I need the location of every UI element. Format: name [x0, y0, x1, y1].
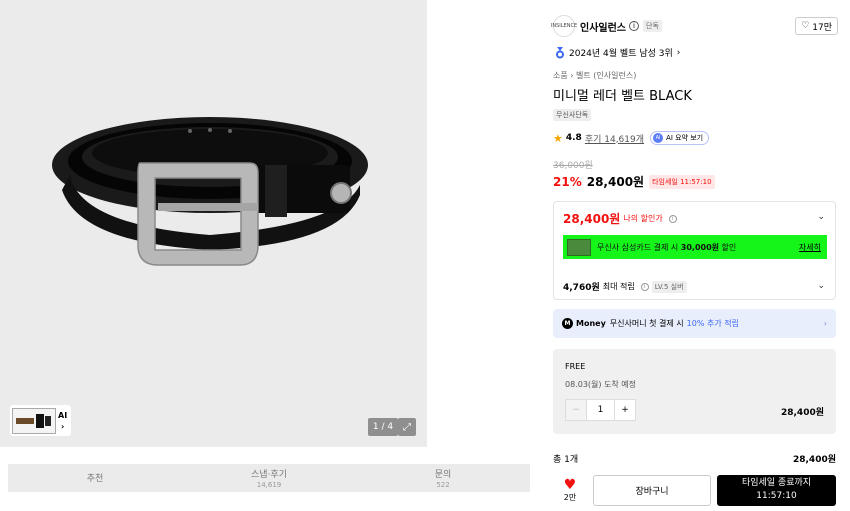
card-detail-link[interactable]: 자세히: [799, 242, 821, 253]
quantity-value[interactable]: 1: [586, 400, 615, 420]
brand-logo[interactable]: INSILENCE: [551, 15, 577, 37]
card-promo-text: 무신사 삼성카드 결제 시 30,000원 할인: [597, 242, 737, 252]
info-icon[interactable]: i: [668, 214, 677, 223]
info-icon[interactable]: i: [640, 282, 649, 291]
ranking-link[interactable]: 2024년 4월 벨트 남성 3위 ›: [555, 46, 680, 59]
info-icon[interactable]: i: [629, 21, 639, 31]
thumbnail-belt[interactable]: [12, 407, 56, 434]
product-page: AI › 1 / 4 ⤢ 추천 스냅·후기 14,619 문의 522 INSI…: [0, 0, 850, 511]
chevron-right-icon: ›: [823, 319, 827, 328]
expand-icon[interactable]: ⤢: [398, 418, 416, 436]
heart-outline-icon: ♡: [801, 21, 810, 31]
ranking-text: 2024년 4월 벨트 남성 3위: [569, 49, 673, 59]
level-badge: LV.5 실버: [651, 280, 687, 293]
ai-summary-label: AI 요약 보기: [666, 134, 704, 142]
money-promo-banner[interactable]: M Money 무신사머니 첫 결제 시 10% 추가 적립 ›: [553, 309, 836, 338]
breadcrumb[interactable]: 소품 › 벨트 (인사일런스): [553, 70, 636, 81]
chevron-right-icon: ›: [60, 421, 65, 431]
money-logo-icon: M: [562, 318, 573, 329]
add-to-cart-button[interactable]: 장바구니: [593, 474, 711, 506]
brand-exclusive-badge: 단독: [643, 20, 662, 32]
image-counter: 1 / 4: [368, 418, 398, 436]
total-price: 28,400원: [792, 455, 836, 465]
original-price: 36,000원: [553, 161, 593, 171]
time-sale-badge: 타임세일 11:57:10: [649, 174, 715, 189]
like-count: 17만: [812, 22, 832, 33]
money-text: 무신사머니 첫 결제 시: [609, 319, 684, 328]
card-promo-banner[interactable]: 무신사 삼성카드 결제 시 30,000원 할인 자세히: [563, 235, 827, 259]
product-gallery[interactable]: AI › 1 / 4 ⤢: [0, 0, 427, 447]
wishlist-button[interactable]: ♥ 2만: [553, 478, 587, 503]
discount-rate: 21%: [553, 174, 582, 189]
thumbnail-strip[interactable]: AI ›: [10, 405, 71, 436]
buy-button-label: 타임세일 종료까지: [741, 478, 812, 488]
buy-button-timer: 11:57:10: [756, 491, 797, 501]
chevron-down-icon[interactable]: ⌄: [817, 212, 825, 222]
medal-icon: [556, 46, 564, 58]
star-icon: ★: [553, 131, 563, 145]
quantity-stepper[interactable]: − 1 +: [565, 399, 636, 421]
brand-row: INSILENCE 인사일런스 i 단독 ♡ 17만: [551, 14, 838, 38]
ai-thumb-label[interactable]: AI ›: [58, 410, 67, 432]
review-row: ★ 4.8 후기 14,619개 AI AI 요약 보기: [553, 131, 710, 145]
total-count: 총 1개: [553, 455, 579, 465]
wishlist-count: 2만: [563, 492, 577, 502]
purchase-panel: INSILENCE 인사일런스 i 단독 ♡ 17만 2024년 4월 벨트 남…: [543, 0, 850, 511]
rating-value: 4.8: [565, 133, 582, 143]
sale-price: 28,400원: [586, 175, 645, 189]
review-count-link[interactable]: 후기 14,619개: [585, 132, 644, 145]
belt-thumb-icon: [16, 413, 51, 428]
total-row: 총 1개 28,400원: [553, 452, 836, 465]
plus-button[interactable]: +: [615, 400, 635, 420]
points-label: 최대 적립: [602, 282, 635, 291]
option-size: FREE: [565, 362, 586, 371]
money-name: Money: [576, 319, 606, 328]
points-amount: 4,760원: [563, 283, 600, 293]
action-bar: ♥ 2만 장바구니 타임세일 종료까지 11:57:10: [553, 473, 836, 507]
my-price-row[interactable]: 28,400원 나의 할인가 i: [563, 210, 677, 227]
brand-name[interactable]: 인사일런스: [580, 19, 626, 34]
selected-option-box: FREE 08.03(월) 도착 예정 − 1 + 28,400원: [553, 349, 836, 434]
price-row: 21% 28,400원 타임세일 11:57:10: [553, 173, 715, 190]
tab-snap-review[interactable]: 스냅·후기 14,619: [182, 464, 356, 492]
benefit-box: 28,400원 나의 할인가 i ⌄ 무신사 삼성카드 결제 시 30,000원…: [553, 201, 836, 300]
minus-button[interactable]: −: [566, 400, 586, 420]
product-title: 미니멀 레더 벨트 BLACK: [553, 89, 692, 104]
belt-product-image: [52, 117, 368, 266]
tab-inquiry[interactable]: 문의 522: [356, 464, 530, 492]
card-image: [567, 238, 591, 256]
my-price-value: 28,400원: [563, 212, 621, 226]
exclusive-badge: 무신사단독: [553, 109, 592, 121]
buy-button[interactable]: 타임세일 종료까지 11:57:10: [717, 474, 836, 506]
option-price: 28,400원: [780, 408, 824, 418]
arrival-date: 08.03(월) 도착 예정: [565, 380, 637, 389]
ai-summary-button[interactable]: AI AI 요약 보기: [650, 131, 710, 145]
detail-tabs: 추천 스냅·후기 14,619 문의 522: [8, 464, 530, 492]
tab-recommend[interactable]: 추천: [8, 464, 182, 492]
ai-icon: AI: [653, 133, 664, 143]
chevron-right-icon: ›: [676, 47, 681, 58]
heart-icon: ♥: [563, 476, 577, 493]
like-button[interactable]: ♡ 17만: [795, 17, 838, 35]
money-highlight: 10% 추가 적립: [686, 319, 739, 328]
points-row[interactable]: 4,760원 최대 적립 i LV.5 실버: [563, 280, 687, 293]
my-price-label: 나의 할인가: [623, 214, 663, 223]
chevron-down-icon[interactable]: ⌄: [817, 281, 825, 291]
